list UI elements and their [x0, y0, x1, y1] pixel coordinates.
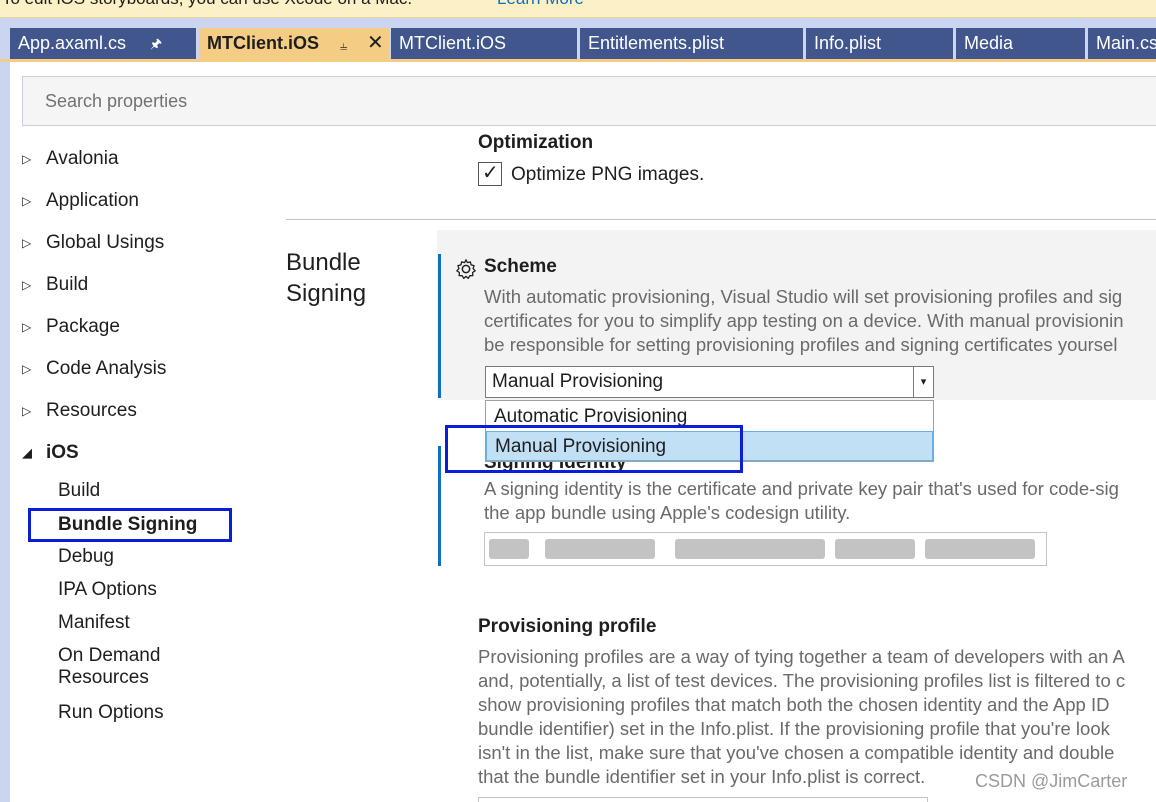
tree-item-label: Resources [58, 667, 149, 688]
expand-arrow-icon[interactable]: ▷ [22, 316, 31, 338]
tree-item-label: Package [46, 316, 120, 337]
expand-arrow-icon[interactable]: ▷ [22, 358, 31, 380]
provisioning-profile-description: Provisioning profiles are a way of tying… [478, 645, 1156, 789]
tree-item-label: Global Usings [46, 232, 165, 253]
tab-label: Media [964, 33, 1014, 53]
tab-accent-line [0, 59, 1156, 62]
tree-item-ios-on-demand-resources[interactable]: On Demand Resources [58, 645, 160, 689]
group-title-line: Signing [286, 280, 367, 307]
pin-icon[interactable]: 🖈 [150, 29, 162, 59]
description-line: With automatic provisioning, Visual Stud… [484, 286, 1123, 307]
bundle-signing-group-title: Bundle Signing [286, 247, 366, 309]
expand-arrow-icon[interactable]: ▷ [22, 148, 31, 170]
tab-main-cs[interactable]: Main.cs [1088, 28, 1156, 59]
tab-label: App.axaml.cs [18, 33, 127, 53]
group-title-line: Bundle [286, 249, 361, 276]
scheme-description: With automatic provisioning, Visual Stud… [484, 285, 1156, 357]
highlight-box-manual-provisioning [445, 425, 743, 473]
tree-item-label: Build [46, 274, 89, 295]
tree-item-label: iOS [46, 442, 79, 463]
search-properties-box[interactable] [22, 76, 1156, 126]
highlight-box-bundle-signing [28, 508, 232, 542]
signing-identity-dropdown[interactable] [484, 532, 1047, 566]
redacted-text [835, 539, 915, 559]
tree-item-ios-ipa-options[interactable]: IPA Options [58, 579, 157, 601]
document-tab-strip: App.axaml.cs 🖈 MTClient.iOS ⫨ ✕ MTClient… [0, 18, 1156, 62]
tab-mtclient-ios-project[interactable]: MTClient.iOS ⫨ ✕ [199, 28, 389, 62]
tab-media[interactable]: Media [956, 28, 1085, 59]
signing-identity-accent-bar [438, 446, 441, 566]
tree-item-ios-build[interactable]: Build [58, 480, 100, 502]
provisioning-profile-dropdown[interactable] [478, 797, 928, 802]
description-line: show provisioning profiles that match bo… [478, 694, 1110, 715]
gear-icon [456, 259, 476, 279]
redacted-text [489, 539, 529, 559]
tree-item-ios-debug[interactable]: Debug [58, 546, 114, 568]
tree-item-ios-run-options[interactable]: Run Options [58, 702, 164, 724]
tab-label: MTClient.iOS [399, 33, 507, 53]
info-bar-message: To edit iOS storyboards, you can use Xco… [2, 0, 412, 9]
description-line: and, potentially, a list of test devices… [478, 670, 1126, 691]
tab-mtclient-ios[interactable]: MTClient.iOS [391, 28, 577, 59]
description-line: Provisioning profiles are a way of tying… [478, 646, 1125, 667]
expand-arrow-icon[interactable]: ▷ [22, 232, 31, 254]
description-line: certificates for you to simplify app tes… [484, 310, 1124, 331]
tree-item-label: Application [46, 190, 139, 211]
optimization-title: Optimization [478, 132, 594, 153]
optimize-png-label[interactable]: Optimize PNG images. [511, 164, 704, 186]
expand-arrow-icon[interactable]: ▷ [22, 400, 31, 422]
tab-app-axaml-cs[interactable]: App.axaml.cs 🖈 [10, 28, 196, 59]
description-line: isn't in the list, make sure that you've… [478, 742, 1115, 763]
tab-label: Entitlements.plist [588, 33, 725, 53]
optimize-png-checkbox[interactable]: ✓ [478, 162, 502, 186]
close-icon[interactable]: ✕ [367, 28, 384, 58]
provisioning-profile-title: Provisioning profile [478, 616, 657, 637]
scheme-dropdown[interactable]: Manual Provisioning ▾ [485, 366, 934, 398]
tree-item-label: Avalonia [46, 148, 119, 169]
tab-label: Info.plist [814, 33, 882, 53]
section-divider [286, 219, 1156, 220]
watermark: CSDN @JimCarter [975, 771, 1128, 791]
window-left-border [0, 62, 10, 802]
checkmark-icon: ✓ [482, 162, 499, 184]
signing-identity-description: A signing identity is the certificate an… [484, 477, 1156, 525]
tree-item-ios-manifest[interactable]: Manifest [58, 612, 130, 634]
search-input[interactable] [23, 77, 1156, 125]
description-line: be responsible for setting provisioning … [484, 334, 1118, 355]
tree-item-label: Resources [46, 400, 137, 421]
pin-icon[interactable]: ⫨ [340, 31, 347, 61]
tree-item-label: On Demand [58, 645, 161, 666]
redacted-text [675, 539, 825, 559]
collapse-arrow-icon[interactable]: ◢ [22, 442, 32, 464]
tab-label: Main.cs [1096, 33, 1156, 53]
redacted-text [545, 539, 655, 559]
tab-info-plist[interactable]: Info.plist [806, 28, 953, 59]
expand-arrow-icon[interactable]: ▷ [22, 274, 31, 296]
scheme-accent-bar [438, 254, 441, 398]
description-line: bundle identifier) set in the Info.plist… [478, 718, 1110, 739]
description-line: A signing identity is the certificate an… [484, 478, 1119, 499]
info-bar: To edit iOS storyboards, you can use Xco… [0, 0, 1156, 18]
tab-label: MTClient.iOS [207, 33, 319, 53]
redacted-text [925, 539, 1035, 559]
description-line: the app bundle using Apple's codesign ut… [484, 502, 851, 523]
scheme-selected-value: Manual Provisioning [492, 371, 664, 392]
tab-entitlements-plist[interactable]: Entitlements.plist [580, 28, 803, 59]
chevron-down-icon[interactable]: ▾ [913, 367, 933, 397]
learn-more-link[interactable]: Learn More [497, 0, 584, 9]
scheme-title: Scheme [484, 256, 557, 277]
expand-arrow-icon[interactable]: ▷ [22, 190, 31, 212]
tree-item-label: Code Analysis [46, 358, 167, 379]
